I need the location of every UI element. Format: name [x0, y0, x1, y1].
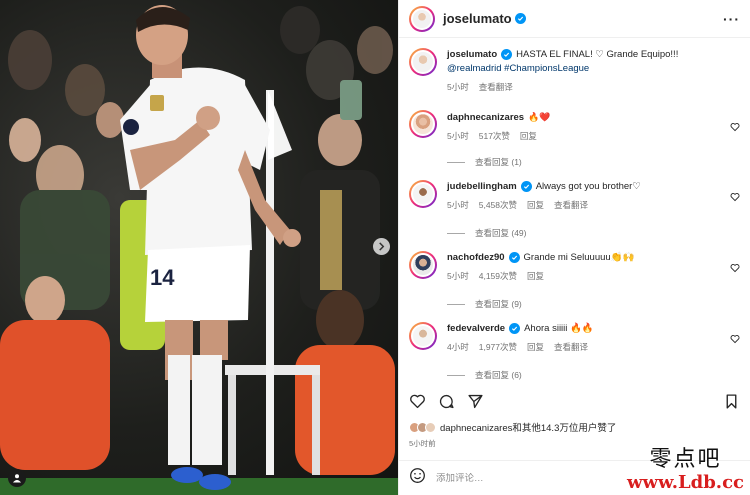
svg-text:14: 14 — [150, 265, 175, 290]
comments-list: joselumato HASTA EL FINAL! ♡ Grande Equip… — [399, 38, 750, 380]
caption-tags[interactable]: @realmadrid #ChampionsLeague — [447, 63, 589, 74]
post-time: 5小时前 — [409, 439, 436, 448]
comment-text: Always got you brother♡ — [535, 181, 641, 192]
verified-badge-icon — [514, 13, 526, 24]
header-username-label: joselumato — [443, 11, 512, 26]
like-comment-heart-icon[interactable] — [730, 122, 740, 132]
reply-button[interactable]: 回复 — [527, 340, 544, 354]
comment-item: nachofdez90 Grande mi Seluuuuu👏🙌 5小时 4,15… — [409, 251, 740, 283]
verified-badge-icon — [509, 323, 521, 334]
comment-likes[interactable]: 517次赞 — [479, 129, 510, 143]
comment-time: 5小时 — [447, 131, 469, 141]
emoji-smile-icon[interactable] — [409, 467, 426, 489]
post-photo: 14 — [0, 0, 398, 495]
reply-button[interactable]: 回复 — [520, 129, 537, 143]
verified-badge-icon — [501, 49, 513, 60]
share-send-icon[interactable] — [467, 393, 484, 410]
view-replies-button[interactable]: 查看回复 (6) — [447, 369, 522, 380]
next-image-button[interactable] — [373, 238, 390, 255]
comment-item: judebellingham Always got you brother♡ 5小… — [409, 180, 740, 212]
comment-likes[interactable]: 4,159次赞 — [479, 269, 517, 283]
more-options-icon[interactable]: ··· — [723, 11, 740, 27]
comment-username[interactable]: fedevalverde — [447, 323, 505, 334]
chevron-right-icon — [379, 242, 385, 251]
caption-meta: 5小时 查看翻译 — [447, 80, 740, 94]
caption-text: HASTA EL FINAL! ♡ Grande Equipo!!! — [516, 49, 679, 60]
post-actions — [409, 388, 740, 414]
like-comment-heart-icon[interactable] — [730, 192, 740, 202]
comment-item: daphnecanizares 🔥❤️ 5小时 517次赞 回复 — [409, 110, 740, 143]
avatar[interactable] — [409, 180, 437, 208]
view-replies-button[interactable]: 查看回复 (1) — [447, 156, 522, 168]
comment-likes[interactable]: 5,458次赞 — [479, 198, 517, 212]
view-replies-button[interactable]: 查看回复 (49) — [447, 227, 526, 239]
comment-username[interactable]: nachofdez90 — [447, 252, 505, 263]
avatar[interactable] — [409, 110, 437, 138]
player-celebration-image: 14 — [0, 5, 398, 495]
view-replies-label: 查看回复 (9) — [475, 299, 522, 309]
view-replies-label: 查看回复 (1) — [475, 157, 522, 167]
comment-text: Ahora siiiii 🔥🔥 — [524, 323, 594, 334]
like-heart-icon[interactable] — [409, 393, 426, 410]
avatar[interactable] — [409, 251, 437, 279]
watermark-url: www.Ldb.cc — [627, 472, 744, 493]
comment-likes[interactable]: 1,977次赞 — [479, 340, 517, 354]
reply-button[interactable]: 回复 — [527, 198, 544, 212]
comment-input[interactable] — [436, 472, 596, 484]
user-icon — [13, 474, 21, 483]
view-replies-button[interactable]: 查看回复 (9) — [447, 298, 522, 310]
view-replies-label: 查看回复 (6) — [475, 370, 522, 380]
comment-time: 4小时 — [447, 342, 469, 352]
avatar — [425, 421, 436, 433]
watermark: 零点吧 www.Ldb.cc — [627, 447, 744, 493]
comment-time: 5小时 — [447, 200, 469, 210]
comment-text: 🔥❤️ — [528, 112, 551, 122]
view-replies-label: 查看回复 (49) — [475, 228, 527, 238]
comment-text: Grande mi Seluuuuu👏🙌 — [523, 252, 635, 263]
see-translation-button[interactable]: 查看翻译 — [479, 80, 513, 94]
comment-time: 5小时 — [447, 271, 469, 281]
caption-username[interactable]: joselumato — [447, 49, 497, 60]
likes-summary-text: daphnecanizares和其他14.3万位用户赞了 — [440, 423, 617, 434]
bookmark-icon[interactable] — [723, 393, 740, 410]
watermark-title: 零点吧 — [649, 447, 722, 472]
caption-time: 5小时 — [447, 82, 469, 92]
see-translation-button[interactable]: 查看翻译 — [554, 198, 588, 212]
avatar[interactable] — [409, 322, 437, 350]
header-username[interactable]: joselumato — [443, 11, 526, 26]
post-details-panel: joselumato ··· joselumato HASTA EL FINAL!… — [398, 0, 750, 495]
comment-username[interactable]: daphnecanizares — [447, 112, 524, 123]
verified-badge-icon — [508, 252, 520, 263]
post-header: joselumato ··· — [399, 0, 750, 38]
caption: joselumato HASTA EL FINAL! ♡ Grande Equip… — [409, 48, 740, 94]
see-translation-button[interactable]: 查看翻译 — [554, 340, 588, 354]
comment-username[interactable]: judebellingham — [447, 181, 517, 192]
like-comment-heart-icon[interactable] — [730, 334, 740, 344]
tagged-users-button[interactable] — [8, 469, 26, 487]
likes-summary[interactable]: daphnecanizares和其他14.3万位用户赞了 — [409, 420, 616, 434]
reply-button[interactable]: 回复 — [527, 269, 544, 283]
like-comment-heart-icon[interactable] — [730, 263, 740, 273]
comment-bubble-icon[interactable] — [438, 393, 455, 410]
avatar[interactable] — [409, 5, 435, 32]
avatar[interactable] — [409, 48, 437, 76]
comment-item: fedevalverde Ahora siiiii 🔥🔥 4小时 1,977次赞 … — [409, 322, 740, 354]
verified-badge-icon — [520, 181, 532, 192]
